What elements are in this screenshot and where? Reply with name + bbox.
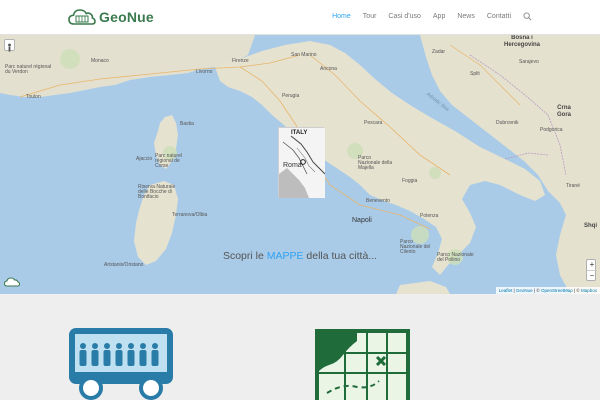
map-label-riserva-bonifacio: Riserva Naturale delle Bocche di Bonifac…: [138, 184, 176, 200]
nav-news[interactable]: News: [457, 13, 475, 20]
map-attribution: Leaflet | GeoNue | © OpenStreetMap | © M…: [495, 287, 600, 294]
search-icon[interactable]: [523, 12, 532, 21]
nav-contatti[interactable]: Contatti: [487, 13, 511, 20]
brand-logo[interactable]: GeoNue: [68, 6, 154, 28]
map-label-olbia: Terranova/Olbia: [172, 212, 208, 218]
attribution-leaflet-link[interactable]: Leaflet: [499, 288, 513, 293]
map-overlay-tile[interactable]: ITALY Roma: [278, 127, 326, 198]
attribution-copy-1: ©: [536, 288, 540, 293]
map-label-parco-verdon: Parc naturel régional du Verdon: [5, 64, 52, 75]
pegman-control[interactable]: [4, 39, 15, 52]
map-label-oristano: Aristanis/Oristano: [104, 262, 144, 268]
map-label-san-marino: San Marino: [291, 52, 317, 58]
zoom-out-button[interactable]: −: [587, 270, 597, 280]
cloud-logo-icon: [4, 277, 20, 287]
map-label-ancona: Ancona: [320, 66, 337, 72]
map-label-parco-majella: Parco Nazionale della Majella: [358, 155, 393, 171]
brand-name: GeoNue: [99, 9, 154, 25]
attribution-copy-2: ©: [576, 288, 580, 293]
nav-app[interactable]: App: [433, 13, 445, 20]
map-label-bosnia: Bosna i Hercegovina: [503, 35, 540, 48]
map-label-shqiperia: Shqi: [584, 223, 597, 229]
map-label-zadar: Zadar: [432, 49, 446, 55]
nav-tour[interactable]: Tour: [363, 13, 377, 20]
attribution-osm-link[interactable]: OpenStreetMap: [541, 288, 573, 293]
cloud-map-icon: [68, 9, 96, 25]
tagline-highlight: MAPPE: [266, 250, 304, 262]
map-label-pescara: Pescara: [364, 120, 383, 126]
map-label-perugia: Perugia: [282, 93, 300, 99]
map-label-bastia: Bastia: [180, 121, 194, 127]
nav-casi-uso[interactable]: Casi d'uso: [388, 13, 420, 20]
map-label-ajaccio: Ajaccio: [136, 156, 153, 162]
attribution-geonue-link[interactable]: GeoNue: [516, 288, 533, 293]
site-header: GeoNue Home Tour Casi d'uso App News Con…: [0, 0, 600, 35]
treasure-map-icon: [315, 329, 410, 400]
features-section: [0, 294, 600, 400]
map-label-benevento: Benevento: [366, 198, 390, 204]
map-label-potenza: Potenza: [420, 213, 439, 219]
map-label-crna-gora: Crna Gora: [556, 105, 571, 118]
map-view[interactable]: Monaco Parc naturel régional du Verdon T…: [0, 35, 600, 294]
map-label-tirane: Tiranë: [566, 183, 580, 189]
map-label-firenze: Firenze: [232, 58, 249, 64]
map-label-roma: Roma: [283, 162, 302, 169]
map-label-monaco: Monaco: [91, 58, 109, 64]
map-label-foggia: Foggia: [402, 178, 418, 184]
map-tagline: Scopri le MAPPE della tua città...: [0, 250, 600, 262]
zoom-control: + −: [586, 259, 597, 281]
tagline-after: della tua città...: [303, 250, 378, 262]
tagline-before: Scopri le: [222, 250, 267, 262]
bus-icon: [69, 328, 173, 400]
map-label-split: Split: [470, 71, 480, 77]
main-nav: Home Tour Casi d'uso App News Contatti: [320, 12, 532, 21]
map-label-toulon: Toulon: [26, 94, 41, 100]
map-label-sarajevo: Sarajevo: [519, 59, 539, 65]
map-label-napoli: Napoli: [352, 217, 372, 224]
svg-text:ITALY: ITALY: [291, 130, 307, 136]
nav-home[interactable]: Home: [332, 13, 351, 20]
map-label-dubrovnik: Dubrovnik: [496, 120, 519, 126]
person-icon: [8, 43, 11, 52]
attribution-mapbox-link[interactable]: Mapbox: [581, 288, 597, 293]
map-label-podgorica: Podgorica: [540, 127, 563, 133]
map-label-livorno: Livorno: [196, 69, 213, 75]
map-label-parco-corse: Parc naturel régional de Corse: [155, 153, 182, 169]
